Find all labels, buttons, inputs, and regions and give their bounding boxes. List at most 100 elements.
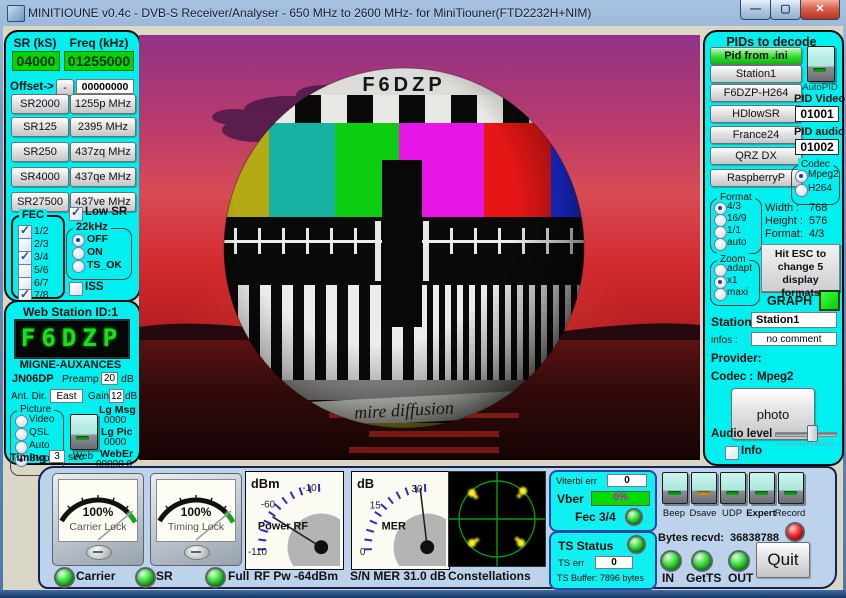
picture-video-radio[interactable] xyxy=(15,415,28,428)
fec-6-7-label: 6/7 xyxy=(34,277,49,289)
codec-info-value: Mpeg2 xyxy=(757,371,793,383)
minimize-button[interactable]: — xyxy=(740,0,771,20)
freq-header: Freq (kHz) xyxy=(62,36,136,50)
full-led-label: Full xyxy=(228,569,249,583)
gain-input[interactable] xyxy=(109,389,124,403)
codec-mpeg2-radio[interactable] xyxy=(795,170,808,183)
low-sr-label: Low SR xyxy=(85,206,127,218)
expert-switch[interactable] xyxy=(749,472,775,504)
freq-input[interactable] xyxy=(64,51,134,71)
web-switch[interactable] xyxy=(70,414,98,450)
infos-input[interactable] xyxy=(751,332,837,346)
hdlowsr-button[interactable]: HDlowSR xyxy=(710,105,802,123)
audio-level-label: Audio level xyxy=(711,428,772,440)
graph-label: GRAPH xyxy=(767,294,812,308)
low-sr-checkbox[interactable] xyxy=(69,207,83,221)
f6dzp-h264-button[interactable]: F6DZP-H264 xyxy=(710,84,802,102)
offset-label: Offset-> xyxy=(10,81,54,93)
zoom-maxi-radio[interactable] xyxy=(714,288,727,301)
codec-h264-label: H264 xyxy=(808,183,832,194)
close-button[interactable]: ✕ xyxy=(800,0,840,20)
pid-audio-label: PID audio xyxy=(794,126,845,138)
beep-switch[interactable] xyxy=(662,472,688,504)
record-led xyxy=(785,522,805,542)
audio-level-ticks xyxy=(779,440,833,445)
preset-1255-button[interactable]: 1255p MHz xyxy=(70,94,136,114)
carrier-gauge-adjust-button[interactable] xyxy=(86,545,112,560)
tone22k-off-radio[interactable] xyxy=(72,234,85,247)
viterbi-box: Viterbi err Vber 0% Fec 3/4 xyxy=(549,470,657,532)
bytes-recvd-label: Bytes recvd: xyxy=(658,532,724,544)
france24-button[interactable]: France24 xyxy=(710,126,802,144)
tone22k-tsok-radio[interactable] xyxy=(72,260,85,273)
viterbi-err-input[interactable] xyxy=(607,474,647,487)
graph-indicator[interactable] xyxy=(819,290,840,311)
autopid-switch[interactable] xyxy=(807,46,835,82)
iss-checkbox[interactable] xyxy=(69,282,83,296)
pid-from-ini-button[interactable]: Pid from .ini xyxy=(710,47,802,65)
timing-input[interactable] xyxy=(49,450,65,463)
station-input[interactable] xyxy=(751,312,837,328)
record-switch[interactable] xyxy=(778,472,804,504)
power-rf-unit: dBm xyxy=(251,476,280,491)
sr-input[interactable] xyxy=(12,51,60,71)
power-rf-label: Power RF xyxy=(258,520,309,532)
fec-5-6-checkbox[interactable] xyxy=(18,264,32,278)
fec-led xyxy=(625,508,643,526)
timing-lock-gauge-face: 100% Timing Lock xyxy=(156,479,236,542)
pid-audio-input[interactable] xyxy=(795,139,839,155)
minimize-icon: — xyxy=(750,4,761,15)
preset-sr4000-button[interactable]: SR4000 xyxy=(11,167,69,187)
pid-video-input[interactable] xyxy=(795,106,839,122)
esc-note-line1: Hit ESC to xyxy=(762,248,839,261)
udp-switch[interactable] xyxy=(720,472,746,504)
preset-437qe-button[interactable]: 437qe MHz xyxy=(70,167,136,187)
constellation-plot xyxy=(449,472,545,566)
timing-lock-label: Timing Lock xyxy=(157,521,235,533)
info-checkbox[interactable] xyxy=(725,446,739,460)
timing-gauge-adjust-button[interactable] xyxy=(184,545,210,560)
mer-gauge: dB 30 15 MER 0 xyxy=(351,471,450,570)
preset-437zq-button[interactable]: 437zq MHz xyxy=(70,142,136,162)
format-auto-radio[interactable] xyxy=(714,238,727,251)
raspberryp-button[interactable]: RaspberryP xyxy=(710,169,802,187)
station-label: Station xyxy=(711,315,752,329)
vber-bar: 0% xyxy=(591,491,650,506)
fec-3-4-checkbox[interactable] xyxy=(18,251,32,265)
tone22k-on-radio[interactable] xyxy=(72,247,85,260)
fec-1-2-checkbox[interactable] xyxy=(18,225,32,239)
ts-err-input[interactable] xyxy=(595,556,633,569)
offset-input[interactable] xyxy=(76,79,134,94)
format-16-9-label: 16/9 xyxy=(727,213,746,224)
in-led-label: IN xyxy=(662,571,674,585)
codec-h264-radio[interactable] xyxy=(795,184,808,197)
tone22k-off-label: OFF xyxy=(87,233,108,245)
constellations-label: Constellations xyxy=(448,569,531,583)
ts-status-box: TS Status TS err TS Buffer: 7896 bytes xyxy=(549,531,657,590)
dsave-switch[interactable] xyxy=(691,472,717,504)
carrier-lock-label: Carrier Lock xyxy=(59,521,137,533)
zoom-x1-label: x1 xyxy=(727,275,738,286)
preamp-input[interactable] xyxy=(101,372,118,385)
video-display: F6DZP xyxy=(139,35,700,460)
station1-button[interactable]: Station1 xyxy=(710,65,802,83)
picture-qsl-radio[interactable] xyxy=(15,428,28,441)
fec-5-6-label: 5/6 xyxy=(34,264,49,276)
tone22k-on-label: ON xyxy=(87,246,103,258)
pids-panel: PIDs to decode Pid from .ini Station1 F6… xyxy=(703,30,844,466)
callsign-display: F6DZP xyxy=(14,319,130,359)
qrz-dx-button[interactable]: QRZ DX xyxy=(710,147,802,165)
timing-lock-value: 100% xyxy=(157,505,235,519)
pid-video-label: PID Video xyxy=(794,93,845,105)
preset-sr125-button[interactable]: SR125 xyxy=(11,117,69,137)
timing-label: Timing xyxy=(10,452,46,464)
esc-note: Hit ESC to change 5 display formats xyxy=(761,244,840,292)
fec-1-2-label: 1/2 xyxy=(34,225,49,237)
audio-level-slider-track[interactable] xyxy=(775,432,837,437)
ant-dir-input[interactable] xyxy=(50,389,83,403)
quit-button[interactable]: Quit xyxy=(756,542,810,578)
preset-sr250-button[interactable]: SR250 xyxy=(11,142,69,162)
preset-2395-button[interactable]: 2395 MHz xyxy=(70,117,136,137)
preset-sr2000-button[interactable]: SR2000 xyxy=(11,94,69,114)
maximize-button[interactable]: ▢ xyxy=(770,0,801,20)
